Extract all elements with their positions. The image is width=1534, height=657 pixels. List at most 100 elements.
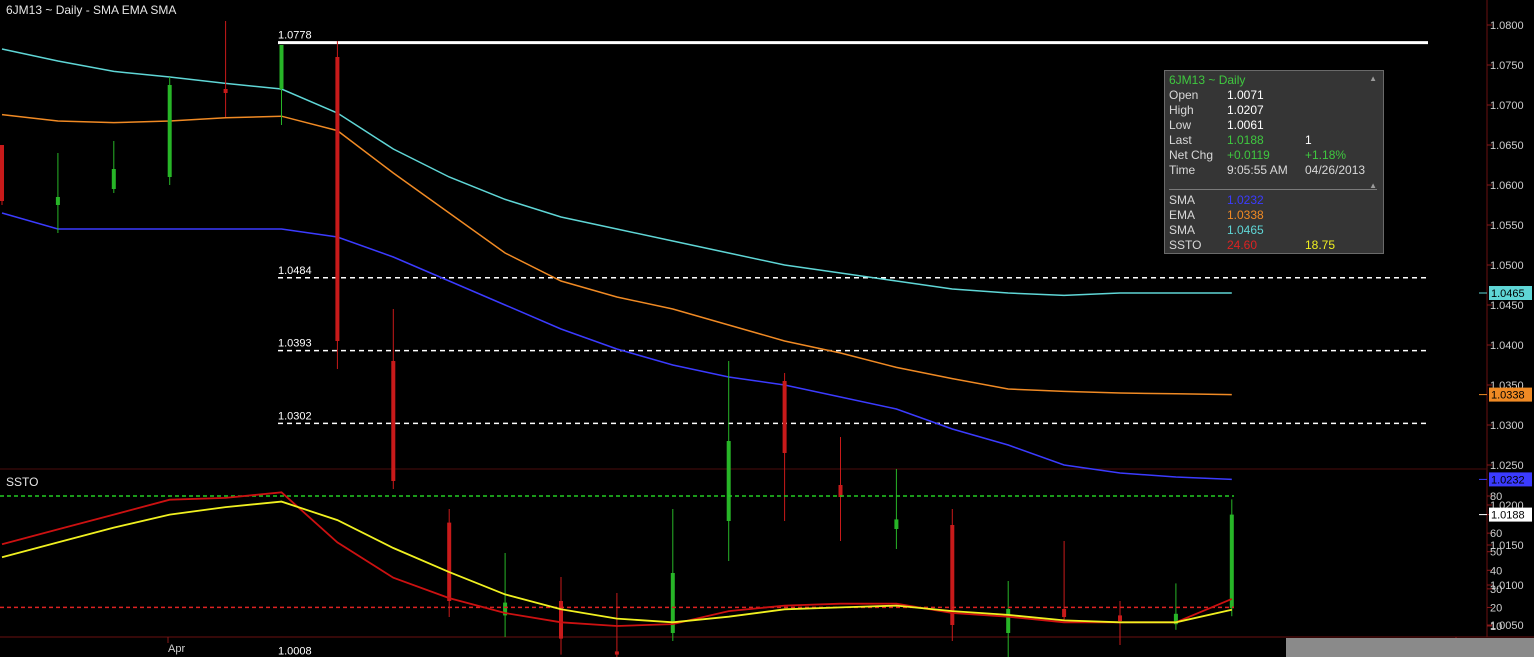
price-tick-label: 1.0700	[1490, 100, 1524, 112]
candle-body	[447, 522, 452, 601]
candle-body	[894, 519, 899, 529]
candle	[335, 41, 340, 369]
candle	[614, 593, 619, 657]
ssto-tick-label: 10	[1490, 621, 1502, 633]
level-label-1.0778: 1.0778	[278, 30, 312, 42]
price-tick-label: 1.0400	[1490, 340, 1524, 352]
price-tick-label: 1.0550	[1490, 220, 1524, 232]
sma-cyan-label: SMA	[1169, 223, 1196, 237]
last-value: 1.0188	[1227, 133, 1264, 147]
candle	[726, 361, 731, 561]
level-label-1.0484: 1.0484	[278, 265, 312, 277]
candle-body	[391, 361, 396, 481]
ssto-tick-label: 80	[1490, 491, 1502, 503]
candle	[670, 509, 675, 641]
chart-title: 6JM13 ~ Daily - SMA EMA SMA	[6, 3, 177, 17]
candle	[559, 577, 563, 655]
price-tick-label: 1.0500	[1490, 260, 1524, 272]
candle-body	[559, 601, 563, 639]
candle	[391, 309, 396, 489]
data-row-open: Open 1.0071	[1169, 88, 1379, 103]
candle-body	[838, 485, 843, 497]
open-label: Open	[1169, 88, 1199, 102]
netchg-label: Net Chg	[1169, 148, 1214, 162]
sma-cyan-value: 1.0465	[1227, 223, 1264, 237]
collapse-up-icon[interactable]: ▲	[1369, 74, 1377, 83]
ssto-d-value: 18.75	[1305, 238, 1336, 252]
price-tick-label: 1.0750	[1490, 60, 1524, 72]
data-row-low: Low 1.0061	[1169, 118, 1379, 133]
ssto-tick-label: 40	[1490, 565, 1502, 577]
data-row-high: High 1.0207	[1169, 103, 1379, 118]
candle	[111, 141, 116, 193]
price-tick-label: 1.0800	[1490, 20, 1524, 32]
ssto-tick-label: 30	[1490, 584, 1502, 596]
last-size: 1	[1305, 133, 1312, 147]
ssto-k-value: 24.60	[1227, 238, 1258, 252]
ssto-label: SSTO	[1169, 238, 1202, 252]
indicator-row-sma-blue: SMA 1.0232	[1169, 193, 1379, 208]
candle-body	[279, 45, 284, 89]
data-row-netchg: Net Chg +0.0119 +1.18%	[1169, 148, 1379, 163]
ssto-panel-title: SSTO	[6, 475, 39, 489]
candle	[0, 145, 4, 205]
indicator-row-sma-cyan: SMA 1.0465	[1169, 223, 1379, 238]
price-tick-label: 1.0250	[1490, 460, 1524, 472]
data-window[interactable]: 6JM13 ~ Daily ▲ Open 1.0071 High 1.0207 …	[1164, 70, 1384, 254]
ema-orange-line	[1, 113, 1232, 396]
last-tag-text-1.0232: 1.0232	[1491, 474, 1525, 486]
ssto-tick-label: 20	[1490, 602, 1502, 614]
candle-body	[1006, 609, 1011, 633]
candle	[894, 469, 899, 549]
date-value: 04/26/2013	[1305, 163, 1366, 177]
data-row-time: Time 9:05:55 AM 04/26/2013	[1169, 163, 1379, 178]
candle-body	[0, 145, 4, 201]
x-tick-label-apr: Apr	[168, 643, 185, 655]
last-tag-text-1.0338: 1.0338	[1491, 390, 1525, 402]
ssto-tick-label: 60	[1490, 528, 1502, 540]
candle-body	[1118, 615, 1122, 621]
level-label-1.0393: 1.0393	[278, 338, 312, 350]
candle	[167, 77, 172, 185]
price-tick-label: 1.0600	[1490, 180, 1524, 192]
last-tag-text-1.0188: 1.0188	[1491, 510, 1525, 522]
candle-body	[950, 525, 955, 625]
candle	[782, 373, 787, 521]
candle-body	[1062, 609, 1067, 617]
candle	[55, 153, 60, 233]
level-label-1.0008: 1.0008	[278, 646, 312, 657]
level-label-1.0302: 1.0302	[278, 410, 312, 422]
candle-body	[223, 89, 228, 93]
ema-label: EMA	[1169, 208, 1196, 222]
candle	[223, 21, 228, 117]
candle-body	[614, 651, 619, 655]
candle	[447, 509, 452, 617]
candle-body	[782, 381, 787, 453]
sma-blue-label: SMA	[1169, 193, 1196, 207]
ssto-tick-label: 50	[1490, 547, 1502, 559]
candle	[950, 509, 955, 641]
candle	[1062, 541, 1067, 621]
price-tick-label: 1.0650	[1490, 140, 1524, 152]
candle-body	[111, 169, 116, 189]
candle	[279, 45, 284, 125]
sma-blue-value: 1.0232	[1227, 193, 1264, 207]
horizontal-scrollbar[interactable]	[1286, 638, 1534, 657]
candle-body	[335, 57, 340, 341]
sma-blue-line	[1, 212, 1232, 481]
candle-body	[726, 441, 731, 521]
candle-body	[1229, 514, 1234, 609]
data-row-last: Last 1.0188 1	[1169, 133, 1379, 148]
data-window-title: 6JM13 ~ Daily	[1169, 73, 1246, 87]
low-value: 1.0061	[1227, 118, 1264, 132]
ema-value: 1.0338	[1227, 208, 1264, 222]
last-label: Last	[1169, 133, 1192, 147]
open-value: 1.0071	[1227, 88, 1264, 102]
candle-body	[167, 85, 172, 177]
candle	[1006, 581, 1011, 657]
high-value: 1.0207	[1227, 103, 1264, 117]
time-value: 9:05:55 AM	[1227, 163, 1288, 177]
data-window-divider	[1169, 189, 1377, 190]
indicator-row-ssto: SSTO 24.60 18.75	[1169, 238, 1379, 253]
indicator-row-ema: EMA 1.0338	[1169, 208, 1379, 223]
